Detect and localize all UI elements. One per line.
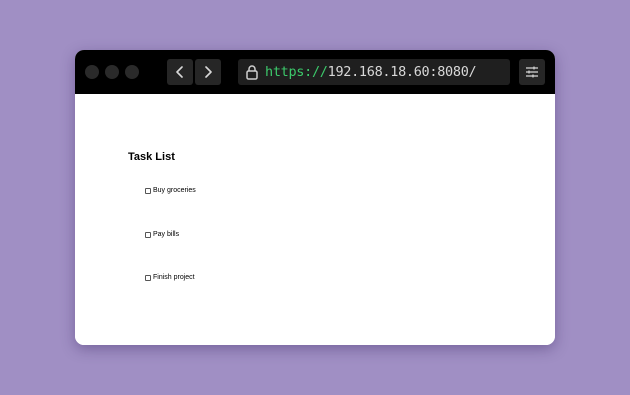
lock-icon	[244, 63, 260, 81]
window-minimize-dot[interactable]	[105, 65, 119, 79]
settings-button[interactable]	[519, 59, 545, 85]
chevron-right-icon	[205, 66, 212, 78]
forward-button[interactable]	[195, 59, 221, 85]
address-bar[interactable]: https://192.168.18.60:8080/	[238, 59, 510, 85]
url-text: https://192.168.18.60:8080/	[265, 64, 477, 80]
task-label: Buy groceries	[153, 187, 196, 194]
task-item[interactable]: Buy groceries	[145, 187, 196, 194]
task-checkbox[interactable]	[145, 274, 151, 281]
task-item[interactable]: Pay bills	[145, 231, 179, 238]
task-label: Pay bills	[153, 231, 180, 238]
url-scheme: https://	[265, 64, 328, 80]
task-checkbox[interactable]	[145, 187, 151, 194]
browser-window: https://192.168.18.60:8080/ Task List Bu…	[75, 50, 555, 345]
chevron-left-icon	[176, 66, 183, 78]
task-item[interactable]: Finish project	[145, 274, 195, 281]
browser-toolbar: https://192.168.18.60:8080/	[75, 50, 555, 94]
url-host: 192.168.18.60:8080/	[327, 64, 477, 80]
task-label: Finish project	[153, 274, 195, 281]
window-maximize-dot[interactable]	[125, 65, 139, 79]
page-content: Task List Buy groceries Pay bills Finish…	[75, 94, 555, 345]
sliders-icon	[526, 66, 538, 78]
back-button[interactable]	[167, 59, 193, 85]
task-checkbox[interactable]	[145, 231, 151, 238]
window-close-dot[interactable]	[85, 65, 99, 79]
page-title: Task List	[128, 151, 175, 163]
